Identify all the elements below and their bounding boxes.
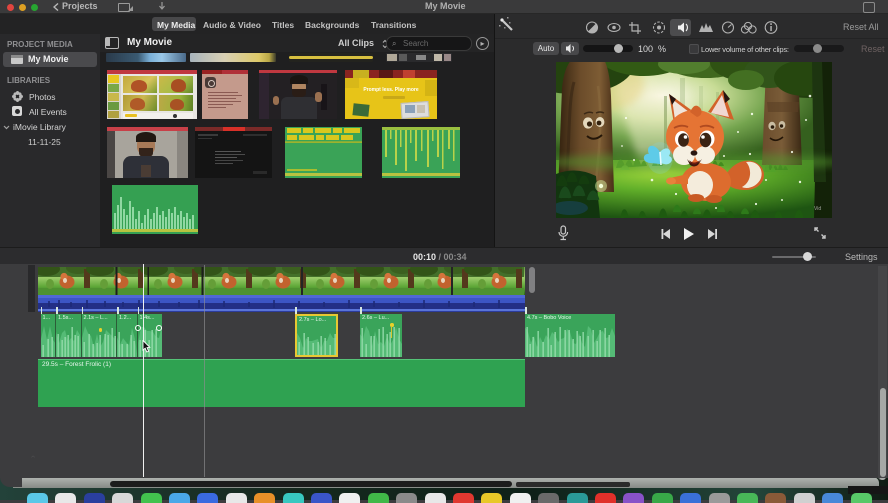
svg-text:Vid: Vid: [814, 206, 821, 212]
